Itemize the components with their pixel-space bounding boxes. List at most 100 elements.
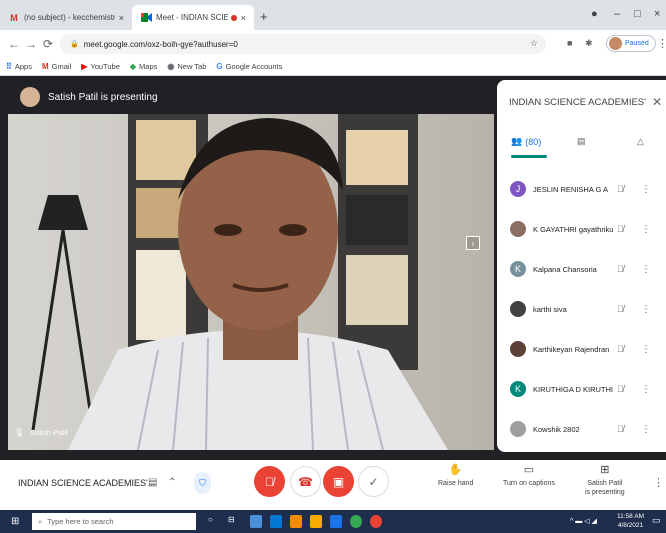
tab-chat[interactable]: ▤ xyxy=(577,136,586,147)
window-close-button[interactable]: × xyxy=(654,8,660,20)
camera-icon[interactable]: ■ xyxy=(567,38,572,48)
participant-row[interactable]: K GAYATHRI gayathriku... 🎙̸ ⋮ xyxy=(497,210,666,248)
participant-row[interactable]: J JESLIN RENISHA G A 🎙̸ ⋮ xyxy=(497,170,666,208)
minimize-button[interactable]: – xyxy=(614,8,620,20)
chrome-taskbar-icon[interactable] xyxy=(350,515,362,528)
participant-name: Kalpana Chansoria xyxy=(533,264,597,274)
app-icon[interactable] xyxy=(370,515,382,528)
bookmark-apps[interactable]: ⠿ Apps xyxy=(6,62,32,71)
mic-muted-icon: 🎙̸ xyxy=(617,424,624,434)
expand-icon[interactable]: › xyxy=(466,236,480,250)
participant-row[interactable]: Karthikeyan Rajendran 🎙̸ ⋮ xyxy=(497,330,666,368)
chrome-icon: ◉ xyxy=(167,62,175,71)
clock-time: 11:58 AM xyxy=(617,513,644,520)
system-tray-icons[interactable]: ^ ▬ ◁ ◢ xyxy=(570,517,597,525)
mic-muted-icon: 🎙̸ xyxy=(617,344,624,354)
more-options-icon[interactable]: ⋮ xyxy=(641,224,651,235)
google-icon: G xyxy=(216,62,223,71)
profile-paused-button[interactable]: Paused xyxy=(606,35,656,52)
present-screen-icon: ⊞ xyxy=(600,464,610,476)
mic-muted-icon: 🎙̸ xyxy=(617,224,624,234)
bookmark-gmail[interactable]: M Gmail xyxy=(42,62,71,71)
avatar xyxy=(510,341,526,357)
tab-activities[interactable]: △ xyxy=(637,136,644,147)
bookmarks-bar: ⠿ Apps M Gmail ▶ YouTube ◆ Maps ◉ New Ta… xyxy=(0,58,666,76)
avatar xyxy=(510,421,526,437)
restore-button[interactable]: □ xyxy=(634,8,641,20)
meeting-details-icon[interactable]: ▤ xyxy=(148,477,157,488)
extensions-icon[interactable]: ✱ xyxy=(585,38,593,49)
captions-icon: ▭ xyxy=(523,464,535,476)
browser-menu-icon[interactable]: ⋮ xyxy=(657,37,666,50)
search-icon: ⌕ xyxy=(38,516,43,526)
more-options-icon[interactable]: ⋮ xyxy=(641,384,651,395)
clock-date: 4/8/2021 xyxy=(617,522,644,529)
taskbar-search-box[interactable]: ⌕ Type here to search xyxy=(32,513,196,530)
cortana-icon[interactable]: ○ xyxy=(208,515,220,528)
screen: M (no subject) - kecchemistry@kon × Meet… xyxy=(0,0,666,533)
avatar-initial: J xyxy=(515,184,521,194)
task-view-icon[interactable]: ⊟ xyxy=(228,515,240,528)
raise-hand-button[interactable]: ✋ Raise hand xyxy=(438,465,473,488)
presenter-video[interactable] xyxy=(8,80,494,450)
bookmark-youtube[interactable]: ▶ YouTube xyxy=(81,62,120,71)
edge-icon[interactable] xyxy=(270,515,282,528)
more-options-icon[interactable]: ⋮ xyxy=(641,424,651,435)
participant-row[interactable]: karthi siva 🎙̸ ⋮ xyxy=(497,290,666,328)
more-options-icon[interactable]: ⋮ xyxy=(641,264,651,275)
more-options-icon[interactable]: ⋮ xyxy=(641,344,651,355)
present-confirm-button[interactable]: ✓ xyxy=(358,466,389,497)
mic-muted-icon: 🎙̸ xyxy=(617,304,624,314)
mic-icon: 🎙 xyxy=(14,428,25,437)
mic-off-icon: 🎙̸ xyxy=(265,474,274,489)
tab-people[interactable]: 👥 (80) xyxy=(511,136,541,147)
chevron-up-icon[interactable]: ⌃ xyxy=(168,477,176,488)
captions-label: Turn on captions xyxy=(503,480,555,487)
mic-toggle-button[interactable]: 🎙̸ xyxy=(254,466,285,497)
shield-icon[interactable]: ⛉ xyxy=(194,472,211,494)
recording-dot-icon xyxy=(230,14,237,21)
bookmark-maps[interactable]: ◆ Maps xyxy=(130,62,158,71)
meet-bottom-bar: INDIAN SCIENCE ACADEMIES'... ▤ ⌃ ⛉ 🎙̸ ☎ … xyxy=(0,460,666,510)
store-icon[interactable] xyxy=(310,515,322,528)
participant-row[interactable]: Kowshik 2802 🎙̸ ⋮ xyxy=(497,410,666,448)
address-bar[interactable]: 🔒 meet.google.com/oxz-boih-gye?authuser=… xyxy=(60,34,546,54)
participant-row[interactable]: K KIRUTHIGA D KIRUTHIG... 🎙̸ ⋮ xyxy=(497,370,666,408)
activities-icon: △ xyxy=(637,136,644,146)
close-icon[interactable]: × xyxy=(119,13,124,23)
meeting-name[interactable]: INDIAN SCIENCE ACADEMIES'... xyxy=(18,478,155,488)
new-tab-button[interactable]: + xyxy=(260,9,268,24)
more-options-icon[interactable]: ⋮ xyxy=(653,476,664,489)
bookmark-label: Apps xyxy=(14,62,32,71)
presenter-banner-text: Satish Patil is presenting xyxy=(48,91,158,103)
bookmark-new-tab[interactable]: ◉ New Tab xyxy=(167,62,206,71)
more-options-icon[interactable]: ⋮ xyxy=(641,184,651,195)
bookmark-google-accounts[interactable]: G Google Accounts xyxy=(216,62,282,71)
mail-icon[interactable] xyxy=(330,515,342,528)
participant-row[interactable]: K Kalpana Chansoria 🎙̸ ⋮ xyxy=(497,250,666,288)
tab-gmail[interactable]: M (no subject) - kecchemistry@kon × xyxy=(0,5,132,30)
youtube-icon: ▶ xyxy=(81,62,88,71)
captions-button[interactable]: ▭ Turn on captions xyxy=(503,464,555,488)
windows-start-icon[interactable]: ⊞ xyxy=(11,516,19,527)
panel-title: INDIAN SCIENCE ACADEMIES' SP... xyxy=(509,97,649,108)
taskbar-clock[interactable]: 11:58 AM 4/8/2021 xyxy=(617,512,644,530)
participant-name: JESLIN RENISHA G A xyxy=(533,184,609,194)
app-icon[interactable] xyxy=(290,515,302,528)
camera-toggle-button[interactable]: ▣ xyxy=(323,466,354,497)
star-icon[interactable]: ☆ xyxy=(530,38,538,49)
more-options-icon[interactable]: ⋮ xyxy=(641,304,651,315)
presenting-button[interactable]: ⊞ Satish Patil is presenting xyxy=(585,464,625,497)
leave-call-button[interactable]: ☎ xyxy=(290,466,321,497)
back-arrow-icon[interactable]: ← xyxy=(8,37,20,51)
close-icon[interactable]: × xyxy=(241,13,246,23)
panel-tabs: 👥 (80) ▤ △ xyxy=(497,128,666,158)
panel-close-icon[interactable]: ✕ xyxy=(652,95,662,109)
notification-icon[interactable]: ▭ xyxy=(652,515,661,526)
tab-meet[interactable]: Meet - INDIAN SCIENCE ACA × xyxy=(132,5,254,30)
phone-hangup-icon: ☎ xyxy=(298,474,313,489)
participant-name: Karthikeyan Rajendran xyxy=(533,344,610,354)
reload-icon[interactable]: ⟳ xyxy=(43,37,53,51)
file-explorer-icon[interactable] xyxy=(250,515,262,528)
forward-arrow-icon[interactable]: → xyxy=(25,37,37,51)
